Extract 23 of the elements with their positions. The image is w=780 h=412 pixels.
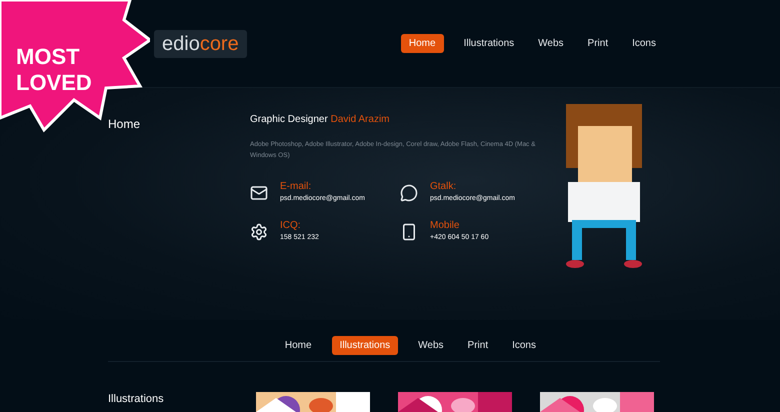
envelope-icon bbox=[250, 184, 268, 202]
nav-tab[interactable]: Icons bbox=[628, 34, 660, 53]
nav-tab[interactable]: Webs bbox=[534, 34, 568, 53]
phone-icon bbox=[400, 222, 418, 240]
logo[interactable]: ediocore bbox=[154, 30, 247, 58]
contact-label: E-mail: bbox=[280, 181, 312, 194]
contact-label: Mobile bbox=[430, 220, 460, 232]
nav-tab[interactable]: Webs bbox=[414, 336, 448, 355]
nav-tab[interactable]: Print bbox=[584, 34, 612, 53]
contact-label: ICQ: bbox=[280, 220, 302, 232]
sidebar-title: Home bbox=[108, 117, 140, 131]
chat-bubble-icon bbox=[400, 184, 418, 202]
job-title: Graphic Designer bbox=[250, 114, 328, 125]
gear-icon bbox=[250, 222, 268, 240]
section-title: Illustrations bbox=[108, 393, 164, 405]
nav-tab[interactable]: Illustrations bbox=[332, 336, 398, 355]
nav-tab[interactable]: Illustrations bbox=[460, 34, 518, 53]
nav-tab[interactable]: Print bbox=[464, 336, 492, 355]
contact-label: Gtalk: bbox=[430, 181, 458, 194]
person-name: David Arazim bbox=[330, 114, 390, 125]
nav-tab[interactable]: Home bbox=[400, 34, 444, 53]
nav-tab[interactable]: Home bbox=[280, 336, 316, 355]
nav-tab[interactable]: Icons bbox=[508, 336, 540, 355]
